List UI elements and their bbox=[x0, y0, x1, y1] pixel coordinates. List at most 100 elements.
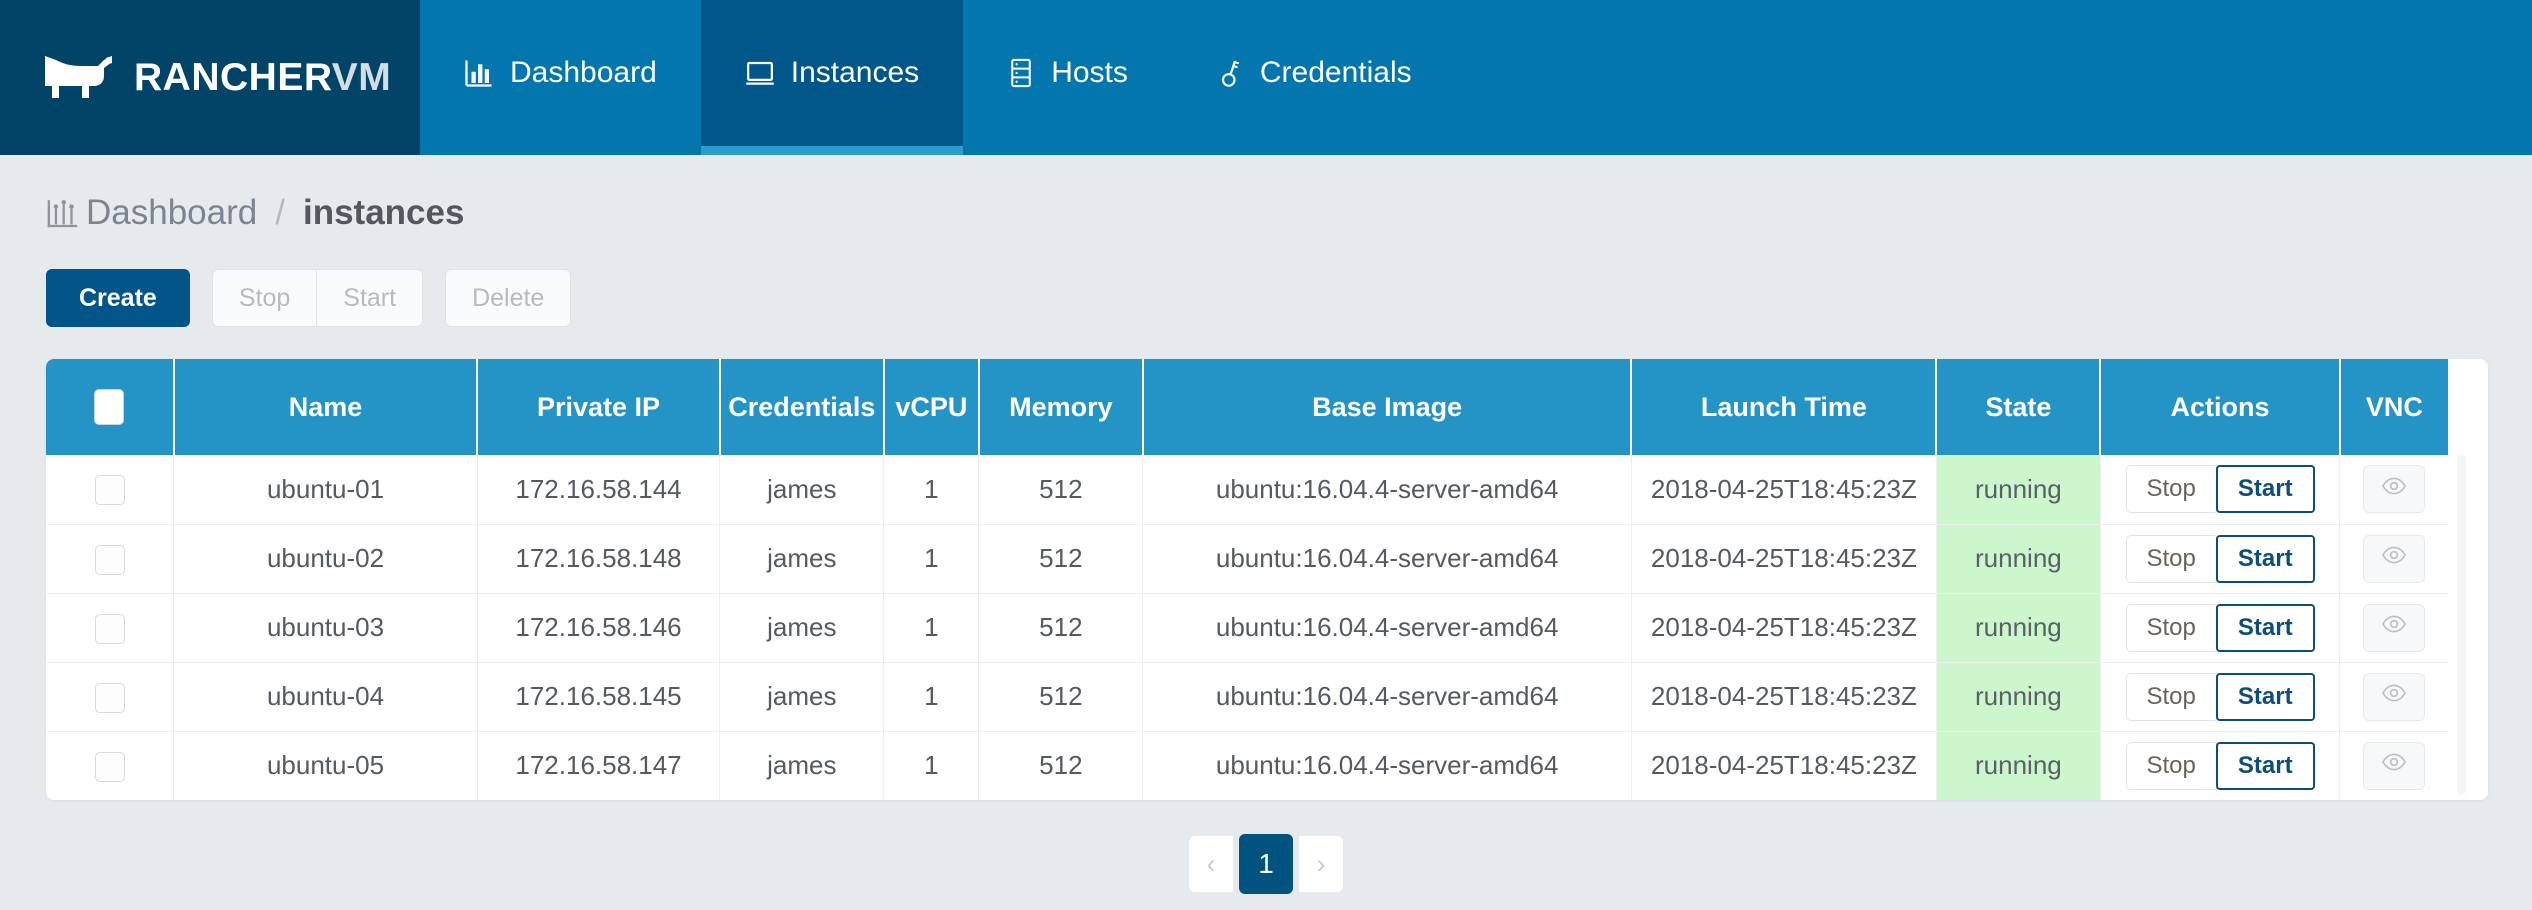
stop-start-button-group: Stop Start bbox=[211, 269, 424, 327]
row-start-button[interactable]: Start bbox=[2215, 603, 2315, 652]
status-badge: running bbox=[1936, 593, 2101, 663]
row-start-button[interactable]: Start bbox=[2215, 534, 2315, 583]
server-rack-icon bbox=[1007, 58, 1035, 88]
table-header: Name Private IP Credentials vCPU Memory … bbox=[46, 359, 2448, 455]
cell-actions: Stop Start bbox=[2100, 455, 2341, 525]
nav-item-label: Dashboard bbox=[510, 56, 657, 89]
row-checkbox[interactable] bbox=[94, 475, 125, 506]
cell-vcpu: 1 bbox=[883, 524, 980, 594]
bar-chart-icon bbox=[46, 196, 80, 230]
cell-base-image: ubuntu:16.04.4-server-amd64 bbox=[1142, 593, 1632, 663]
instances-table: Name Private IP Credentials vCPU Memory … bbox=[46, 359, 2448, 800]
action-toolbar: Create Stop Start Delete bbox=[0, 233, 2532, 327]
brand-logo[interactable]: RANCHERVM bbox=[0, 0, 420, 155]
monitor-icon bbox=[745, 58, 775, 88]
pagination-page-1[interactable]: 1 bbox=[1239, 834, 1293, 894]
cell-launch-time: 2018-04-25T18:45:23Z bbox=[1631, 524, 1937, 594]
cell-actions: Stop Start bbox=[2100, 662, 2341, 732]
nav-item-label: Instances bbox=[790, 56, 920, 89]
pagination-next-button[interactable]: › bbox=[1299, 836, 1343, 892]
delete-button[interactable]: Delete bbox=[445, 269, 572, 327]
vnc-open-button[interactable] bbox=[2363, 465, 2426, 514]
bar-chart-icon bbox=[464, 58, 494, 88]
cell-launch-time: 2018-04-25T18:45:23Z bbox=[1631, 662, 1937, 732]
cow-logo-icon bbox=[42, 55, 120, 100]
row-start-button[interactable]: Start bbox=[2215, 741, 2315, 790]
create-button[interactable]: Create bbox=[46, 269, 190, 327]
row-checkbox[interactable] bbox=[94, 613, 125, 644]
breadcrumb-current: instances bbox=[302, 193, 465, 232]
row-stop-button[interactable]: Stop bbox=[2125, 603, 2217, 652]
row-checkbox[interactable] bbox=[94, 751, 125, 782]
key-icon bbox=[1216, 58, 1244, 88]
breadcrumb-separator: / bbox=[275, 193, 285, 232]
cell-actions: Stop Start bbox=[2100, 593, 2341, 663]
table-header-state[interactable]: State bbox=[1936, 359, 2102, 455]
cell-vcpu: 1 bbox=[883, 731, 980, 800]
table-header-base-image[interactable]: Base Image bbox=[1142, 359, 1633, 455]
pagination-prev-button[interactable]: ‹ bbox=[1189, 836, 1233, 892]
vnc-open-button[interactable] bbox=[2363, 603, 2426, 652]
table-header-name[interactable]: Name bbox=[173, 359, 479, 455]
vnc-open-button[interactable] bbox=[2363, 534, 2426, 583]
cell-credentials: james bbox=[719, 524, 885, 594]
cell-actions: Stop Start bbox=[2100, 731, 2341, 800]
row-stop-button[interactable]: Stop bbox=[2125, 741, 2217, 790]
nav-item-instances[interactable]: Instances bbox=[700, 0, 964, 155]
vertical-scrollbar[interactable] bbox=[2457, 455, 2466, 795]
row-stop-button[interactable]: Stop bbox=[2125, 534, 2217, 583]
nav-item-dashboard[interactable]: Dashboard bbox=[420, 0, 701, 155]
cell-credentials: james bbox=[719, 731, 885, 800]
vnc-open-button[interactable] bbox=[2363, 672, 2426, 721]
instances-table-container: Name Private IP Credentials vCPU Memory … bbox=[46, 359, 2488, 800]
vnc-open-button[interactable] bbox=[2363, 741, 2426, 790]
cell-vnc bbox=[2339, 662, 2448, 732]
table-header-row: Name Private IP Credentials vCPU Memory … bbox=[46, 359, 2448, 455]
table-header-launch-time[interactable]: Launch Time bbox=[1631, 359, 1938, 455]
row-checkbox[interactable] bbox=[94, 544, 125, 575]
status-badge: running bbox=[1936, 662, 2101, 732]
row-select-cell bbox=[46, 524, 175, 594]
eye-icon bbox=[2381, 542, 2407, 575]
nav-item-label: Hosts bbox=[1051, 56, 1128, 89]
table-row: ubuntu-05 172.16.58.147 james 1 512 ubuntu:16… bbox=[46, 731, 2448, 800]
cell-credentials: james bbox=[719, 593, 885, 663]
table-header-select bbox=[46, 359, 175, 455]
table-row: ubuntu-01 172.16.58.144 james 1 512 ubuntu:16… bbox=[46, 455, 2448, 525]
select-all-checkbox[interactable] bbox=[94, 389, 125, 425]
table-row: ubuntu-03 172.16.58.146 james 1 512 ubuntu:16… bbox=[46, 593, 2448, 663]
status-badge: running bbox=[1936, 731, 2101, 800]
cell-base-image: ubuntu:16.04.4-server-amd64 bbox=[1142, 662, 1632, 732]
cell-base-image: ubuntu:16.04.4-server-amd64 bbox=[1142, 731, 1632, 800]
stop-button[interactable]: Stop bbox=[211, 269, 318, 327]
status-badge: running bbox=[1936, 455, 2101, 525]
cell-launch-time: 2018-04-25T18:45:23Z bbox=[1631, 455, 1937, 525]
top-navbar: RANCHERVM Dashboard Instances Hosts Cred… bbox=[0, 0, 2532, 155]
row-start-button[interactable]: Start bbox=[2215, 465, 2315, 514]
cell-base-image: ubuntu:16.04.4-server-amd64 bbox=[1142, 455, 1632, 525]
cell-name: ubuntu-02 bbox=[173, 524, 478, 594]
cell-vnc bbox=[2339, 731, 2448, 800]
cell-base-image: ubuntu:16.04.4-server-amd64 bbox=[1142, 524, 1632, 594]
cell-vnc bbox=[2339, 524, 2448, 594]
nav-item-hosts[interactable]: Hosts bbox=[963, 0, 1172, 155]
row-stop-button[interactable]: Stop bbox=[2125, 465, 2217, 514]
nav-item-credentials[interactable]: Credentials bbox=[1172, 0, 1456, 155]
table-header-private-ip[interactable]: Private IP bbox=[477, 359, 721, 455]
table-row: ubuntu-04 172.16.58.145 james 1 512 ubuntu:16… bbox=[46, 662, 2448, 732]
table-header-memory[interactable]: Memory bbox=[978, 359, 1144, 455]
table-header-credentials[interactable]: Credentials bbox=[719, 359, 885, 455]
row-stop-button[interactable]: Stop bbox=[2125, 672, 2217, 721]
table-header-vcpu[interactable]: vCPU bbox=[883, 359, 980, 455]
breadcrumb-root[interactable]: Dashboard bbox=[86, 193, 257, 233]
cell-vnc bbox=[2339, 593, 2448, 663]
row-checkbox[interactable] bbox=[94, 682, 125, 713]
cell-vcpu: 1 bbox=[883, 593, 980, 663]
eye-icon bbox=[2381, 611, 2407, 644]
row-start-button[interactable]: Start bbox=[2215, 672, 2315, 721]
horizontal-scrollbar[interactable] bbox=[46, 794, 2488, 800]
cell-private-ip: 172.16.58.147 bbox=[477, 731, 721, 800]
start-button[interactable]: Start bbox=[317, 269, 424, 327]
cell-vcpu: 1 bbox=[883, 455, 980, 525]
row-select-cell bbox=[46, 455, 175, 525]
